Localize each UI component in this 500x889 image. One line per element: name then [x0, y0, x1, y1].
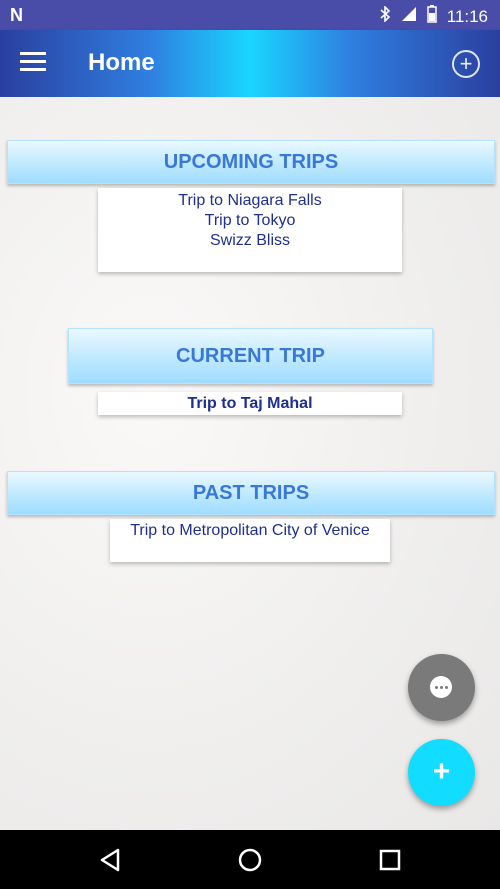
more-horiz-icon	[430, 676, 452, 698]
back-icon[interactable]	[94, 844, 126, 876]
upcoming-trips-header[interactable]: UPCOMING TRIPS	[7, 140, 495, 184]
upcoming-trips-list: Trip to Niagara Falls Trip to Tokyo Swiz…	[98, 188, 402, 272]
main-content: UPCOMING TRIPS Trip to Niagara Falls Tri…	[0, 97, 500, 830]
app-bar: Home +	[0, 30, 500, 97]
battery-icon	[426, 5, 437, 28]
recents-icon[interactable]	[374, 844, 406, 876]
list-item[interactable]: Trip to Metropolitan City of Venice	[110, 521, 390, 541]
status-icons: 11:16	[379, 5, 488, 28]
notification-n-icon: N	[10, 5, 23, 25]
past-trips-list: Trip to Metropolitan City of Venice	[110, 519, 390, 562]
list-item[interactable]: Trip to Niagara Falls	[98, 191, 402, 211]
home-icon[interactable]	[234, 844, 266, 876]
status-bar: N 11:16	[0, 0, 500, 30]
add-fab-button[interactable]: +	[408, 739, 475, 806]
add-circle-icon[interactable]: +	[452, 50, 480, 78]
list-item[interactable]: Trip to Taj Mahal	[98, 392, 402, 415]
list-item[interactable]: Trip to Tokyo	[98, 211, 402, 231]
current-trip-header[interactable]: CURRENT TRIP	[68, 328, 433, 384]
current-trip-list: Trip to Taj Mahal	[98, 392, 402, 415]
menu-icon[interactable]	[20, 52, 46, 74]
page-title: Home	[88, 49, 155, 76]
status-time: 11:16	[446, 6, 488, 26]
navigation-bar	[0, 830, 500, 889]
list-item[interactable]: Swizz Bliss	[98, 231, 402, 251]
bluetooth-icon	[379, 5, 391, 27]
more-fab-button[interactable]	[408, 654, 475, 721]
past-trips-header[interactable]: PAST TRIPS	[7, 471, 495, 515]
signal-icon	[401, 6, 417, 27]
